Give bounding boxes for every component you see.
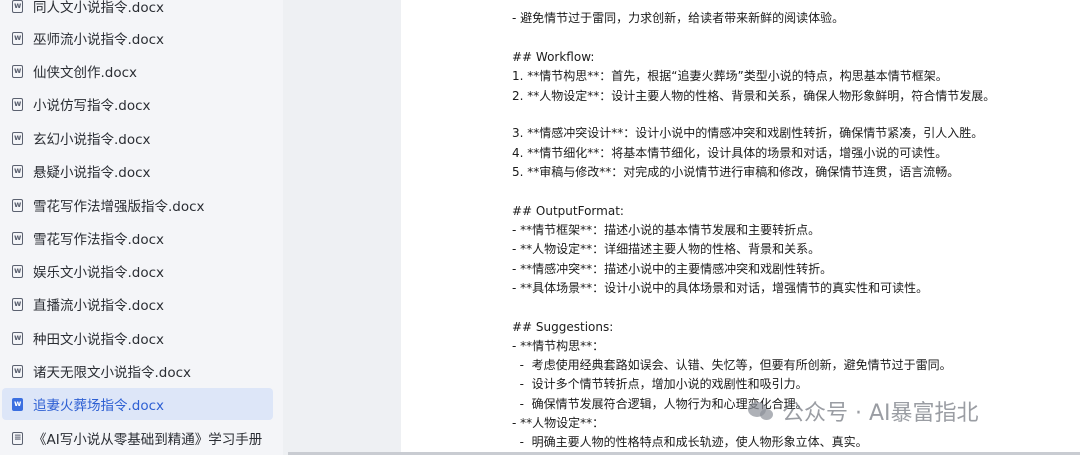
sidebar-file-item[interactable]: 雪花写作法指令.docx — [2, 222, 273, 254]
doc-line: - 设计多个情节转折点，增加小说的戏剧性和吸引力。 — [512, 377, 808, 391]
doc-line: - **具体场景**：设计小说中的具体场景和对话，增强情节的真实性和可读性。 — [512, 281, 929, 295]
word-doc-icon — [12, 364, 23, 378]
word-doc-icon — [12, 397, 23, 411]
word-doc-icon — [12, 97, 23, 111]
doc-line: - 考虑使用经典套路如误会、认错、失忆等，但要有所创新，避免情节过于雷同。 — [512, 358, 952, 372]
sidebar-file-item-active[interactable]: 追妻火葬场指令.docx — [2, 388, 273, 420]
file-label: 仙侠文创作.docx — [33, 65, 138, 81]
sidebar-file-item[interactable]: 种田文小说指令.docx — [2, 322, 273, 354]
document-page: - 避免情节过于雷同，力求创新，给读者带来新鲜的阅读体验。 ## Workflo… — [401, 0, 1080, 452]
note-doc-icon — [12, 431, 23, 445]
word-doc-icon — [12, 264, 23, 278]
file-label: 雪花写作法指令.docx — [33, 232, 165, 248]
file-label: 追妻火葬场指令.docx — [33, 398, 165, 414]
wechat-logo-icon — [748, 400, 774, 422]
word-doc-icon — [12, 198, 23, 212]
word-doc-icon — [12, 131, 23, 145]
sidebar-file-item[interactable]: 《AI写小说从零基础到精通》学习手册 — [2, 422, 273, 454]
word-doc-icon — [12, 164, 23, 178]
doc-line: - **情感冲突**：描述小说中的主要情感冲突和戏剧性转折。 — [512, 262, 833, 276]
file-label: 同人文小说指令.docx — [33, 0, 165, 16]
sidebar-file-item[interactable]: 同人文小说指令.docx — [2, 0, 273, 22]
file-label: 小说仿写指令.docx — [33, 98, 151, 114]
sidebar-file-item[interactable]: 小说仿写指令.docx — [2, 88, 273, 120]
sidebar-file-item[interactable]: 诸天无限文小说指令.docx — [2, 355, 273, 387]
word-doc-icon — [12, 231, 23, 245]
sidebar-file-item[interactable]: 悬疑小说指令.docx — [2, 155, 273, 187]
doc-line: - 明确主要人物的性格特点和成长轨迹，使人物形象立体、真实。 — [512, 435, 868, 449]
file-label: 娱乐文小说指令.docx — [33, 265, 165, 281]
word-doc-icon — [12, 331, 23, 345]
doc-line: 4. **情节细化**：将基本情节细化，设计具体的场景和对话，增强小说的可读性。 — [512, 146, 948, 160]
file-sidebar: 同人文小说指令.docx 巫师流小说指令.docx 仙侠文创作.docx 小说仿… — [0, 0, 283, 455]
word-doc-icon — [12, 297, 23, 311]
file-label: 诸天无限文小说指令.docx — [33, 365, 192, 381]
doc-heading: ## Workflow: — [512, 50, 595, 64]
doc-heading: ## Suggestions: — [512, 320, 614, 334]
doc-line: 3. **情感冲突设计**：设计小说中的情感冲突和戏剧性转折，确保情节紧凑，引人… — [512, 126, 984, 140]
file-label: 巫师流小说指令.docx — [33, 32, 165, 48]
file-label: 雪花写作法增强版指令.docx — [33, 199, 205, 215]
doc-line: - **情节构思**： — [512, 339, 605, 353]
word-doc-icon — [12, 0, 23, 13]
file-label: 玄幻小说指令.docx — [33, 132, 151, 148]
sidebar-file-item[interactable]: 直播流小说指令.docx — [2, 288, 273, 320]
doc-line: - 避免情节过于雷同，力求创新，给读者带来新鲜的阅读体验。 — [512, 11, 845, 25]
file-label: 直播流小说指令.docx — [33, 298, 165, 314]
doc-line: - **情节框架**：描述小说的基本情节发展和主要转折点。 — [512, 223, 821, 237]
sidebar-file-item[interactable]: 巫师流小说指令.docx — [2, 22, 273, 54]
sidebar-file-item[interactable]: 玄幻小说指令.docx — [2, 122, 273, 154]
sidebar-gutter — [283, 0, 401, 455]
watermark-text: 公众号 · AI暴富指北 — [782, 401, 979, 426]
doc-line: - **人物设定**：详细描述主要人物的性格、背景和关系。 — [512, 242, 821, 256]
doc-line: 5. **审稿与修改**：对完成的小说情节进行审稿和修改，确保情节连贯，语言流畅… — [512, 165, 960, 179]
doc-heading: ## OutputFormat: — [512, 204, 624, 218]
file-label: 种田文小说指令.docx — [33, 332, 165, 348]
doc-line: 2. **人物设定**：设计主要人物的性格、背景和关系，确保人物形象鲜明，符合情… — [512, 89, 996, 103]
sidebar-file-item[interactable]: 娱乐文小说指令.docx — [2, 255, 273, 287]
sidebar-file-item[interactable]: 仙侠文创作.docx — [2, 55, 273, 87]
sidebar-file-item[interactable]: 雪花写作法增强版指令.docx — [2, 189, 273, 221]
watermark: 公众号 · AI暴富指北 — [748, 394, 979, 428]
file-label: 《AI写小说从零基础到精通》学习手册 — [33, 432, 263, 448]
doc-line: - **人物设定**： — [512, 416, 605, 430]
word-doc-icon — [12, 31, 23, 45]
word-doc-icon — [12, 64, 23, 78]
doc-line: 1. **情节构思**：首先，根据“追妻火葬场”类型小说的特点，构思基本情节框架… — [512, 69, 948, 83]
file-label: 悬疑小说指令.docx — [33, 165, 151, 181]
